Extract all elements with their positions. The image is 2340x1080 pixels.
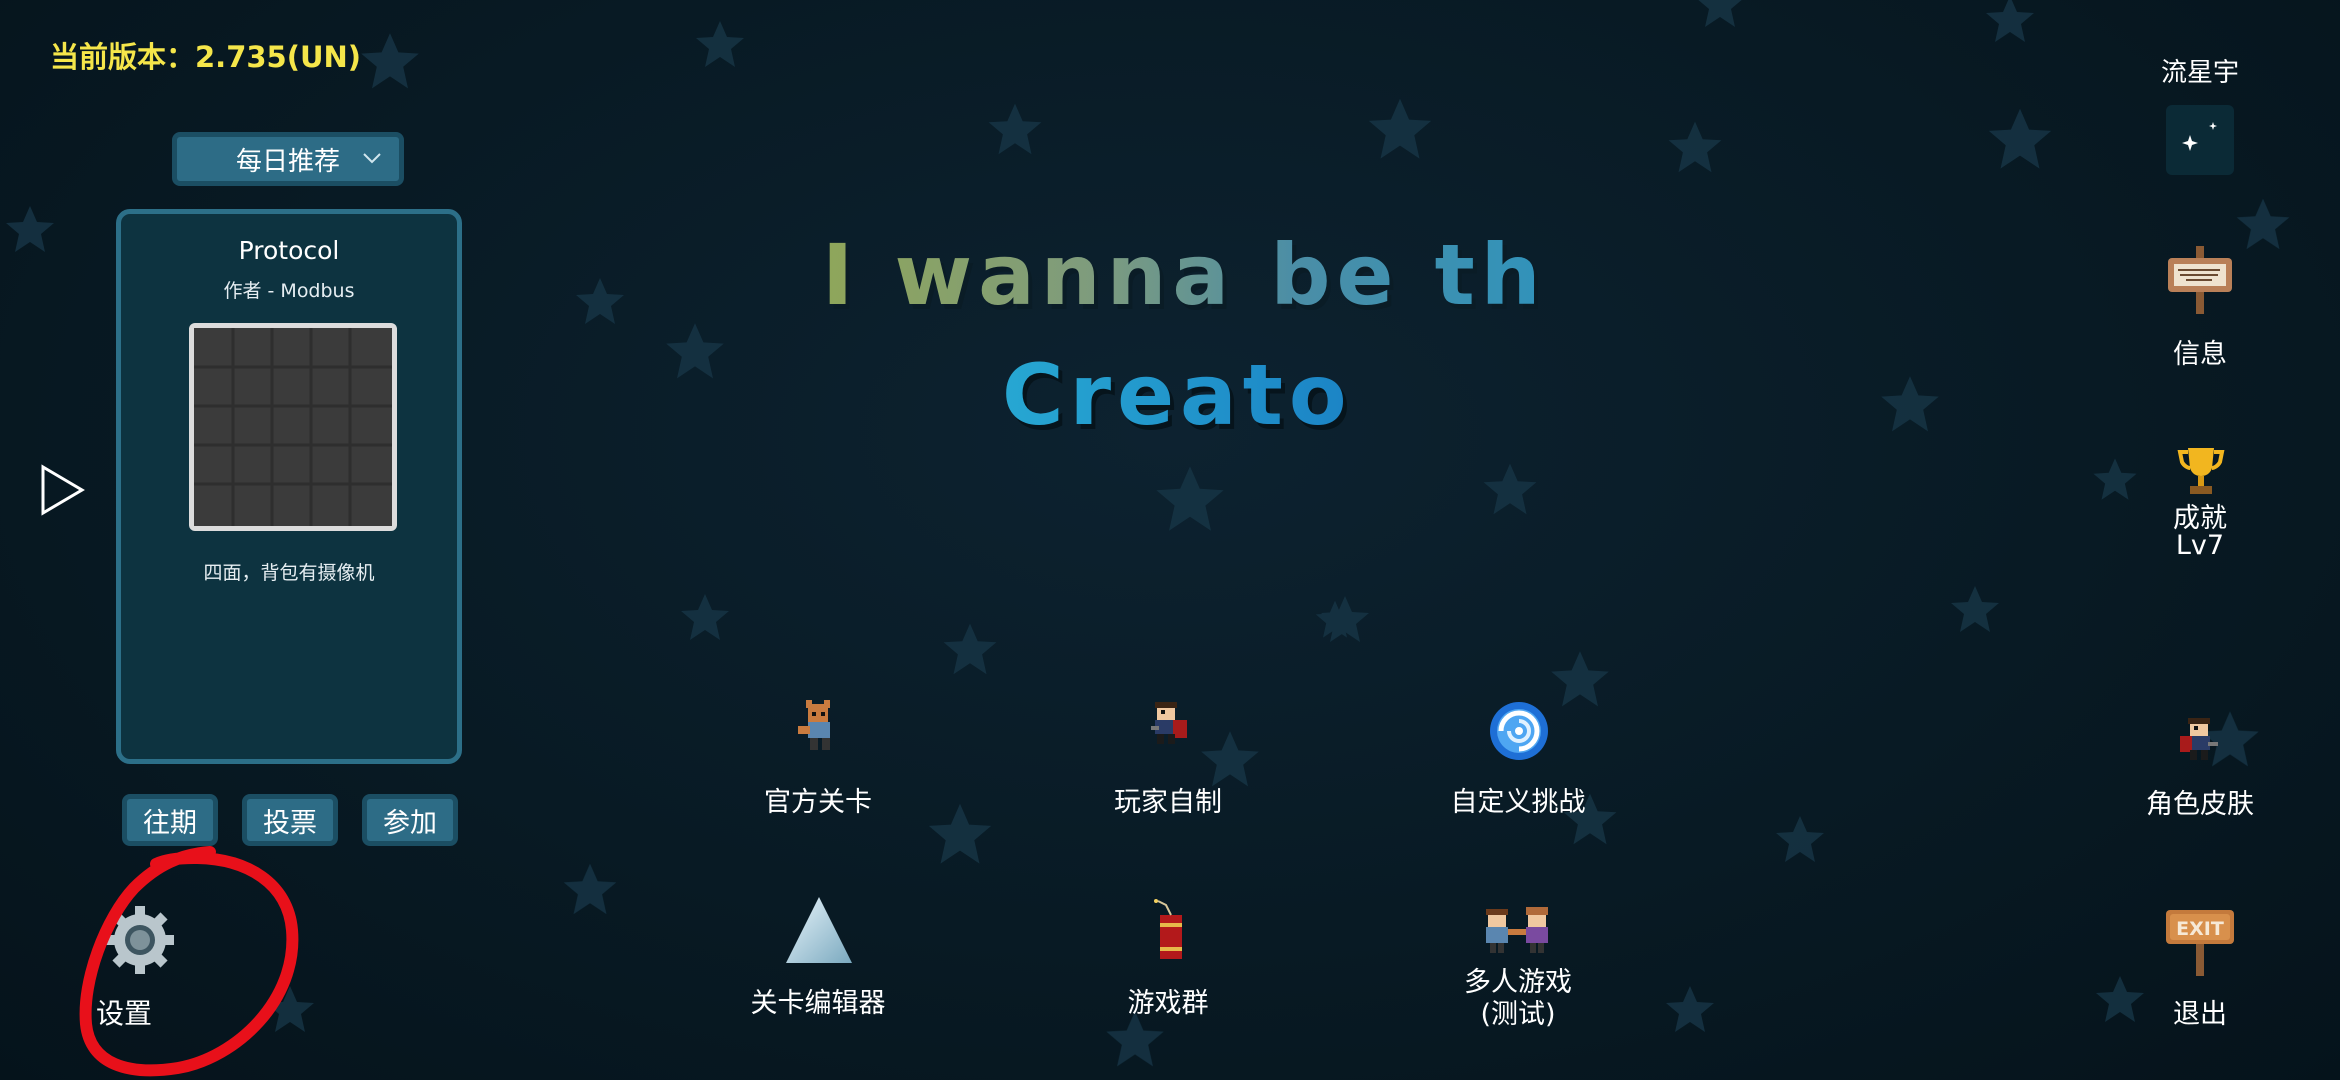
user-name: 流星宇: [2160, 58, 2239, 88]
svg-text:EXIT: EXIT: [2176, 918, 2224, 940]
fox-character-icon: [798, 700, 830, 750]
play-icon[interactable]: [40, 464, 86, 520]
official-levels-button[interactable]: 官方关卡: [738, 700, 898, 820]
info-label: 信息: [2173, 339, 2227, 370]
join-button[interactable]: 参加: [362, 794, 458, 846]
featured-level-card[interactable]: Protocol 作者 - Modbus 四面，背包有摄像机: [116, 209, 462, 764]
game-title-line-2: Creator Creator: [1002, 346, 1358, 449]
chevron-down-icon: [361, 147, 383, 175]
daily-recommend-dropdown[interactable]: 每日推荐: [172, 132, 404, 186]
level-editor-button[interactable]: 关卡编辑器: [738, 895, 898, 1025]
custom-challenge-button[interactable]: 自定义挑战: [1428, 700, 1608, 820]
player-made-button[interactable]: 玩家自制: [1088, 700, 1248, 820]
game-group-label: 游戏群: [1127, 988, 1209, 1019]
vote-button[interactable]: 投票: [242, 794, 338, 846]
official-levels-label: 官方关卡: [764, 787, 872, 818]
trophy-icon: [2177, 448, 2225, 494]
info-signboard-icon: [2168, 246, 2232, 314]
spike-triangle-icon: [786, 897, 852, 963]
game-title-line-1: I wanna be the I wanna be the: [822, 226, 1538, 329]
multiplayer-characters-icon: [1486, 907, 1548, 953]
character-skins-label: 角色皮肤: [2146, 789, 2254, 820]
level-title: Protocol: [238, 236, 340, 265]
kid-character-icon: [1151, 702, 1187, 744]
version-label: 当前版本：2.735(UN): [50, 40, 362, 74]
red-annotation-circle: [79, 846, 299, 1077]
level-grid-preview: [194, 328, 392, 526]
exit-label: 退出: [2173, 999, 2227, 1030]
sparkle-icon: [2182, 122, 2217, 151]
user-avatar[interactable]: [2166, 105, 2234, 175]
exit-sign-icon: EXIT: [2166, 910, 2234, 976]
level-thumbnail[interactable]: [189, 323, 397, 531]
swirl-portal-icon: [1490, 702, 1548, 760]
multiplayer-label-line-2: (测试): [1480, 999, 1556, 1030]
achievements-button[interactable]: 成就 Lv7: [2160, 440, 2240, 570]
svg-text:I wanna be the: I wanna be the: [822, 226, 1538, 324]
game-group-button[interactable]: 游戏群: [1088, 895, 1248, 1025]
daily-recommend-label: 每日推荐: [235, 146, 340, 177]
level-editor-label: 关卡编辑器: [750, 988, 886, 1019]
firecracker-icon: [1154, 899, 1182, 959]
multiplayer-button[interactable]: 多人游戏 (测试): [1428, 895, 1608, 1035]
player-made-label: 玩家自制: [1114, 787, 1222, 818]
achievement-level: Lv7: [2175, 530, 2225, 561]
level-description: 四面，背包有摄像机: [203, 562, 375, 584]
svg-text:Creator: Creator: [1002, 346, 1358, 444]
custom-challenge-label: 自定义挑战: [1450, 787, 1586, 818]
kid-skin-icon: [2180, 718, 2218, 760]
character-skins-button[interactable]: 角色皮肤: [2146, 710, 2254, 820]
past-button[interactable]: 往期: [122, 794, 218, 846]
exit-button[interactable]: EXIT 退出: [2160, 900, 2240, 1030]
multiplayer-label: 多人游戏 (测试): [1428, 967, 1608, 1031]
level-author: 作者 - Modbus: [223, 280, 355, 302]
multiplayer-label-line-1: 多人游戏: [1464, 967, 1572, 998]
info-button[interactable]: 信息: [2160, 240, 2240, 370]
